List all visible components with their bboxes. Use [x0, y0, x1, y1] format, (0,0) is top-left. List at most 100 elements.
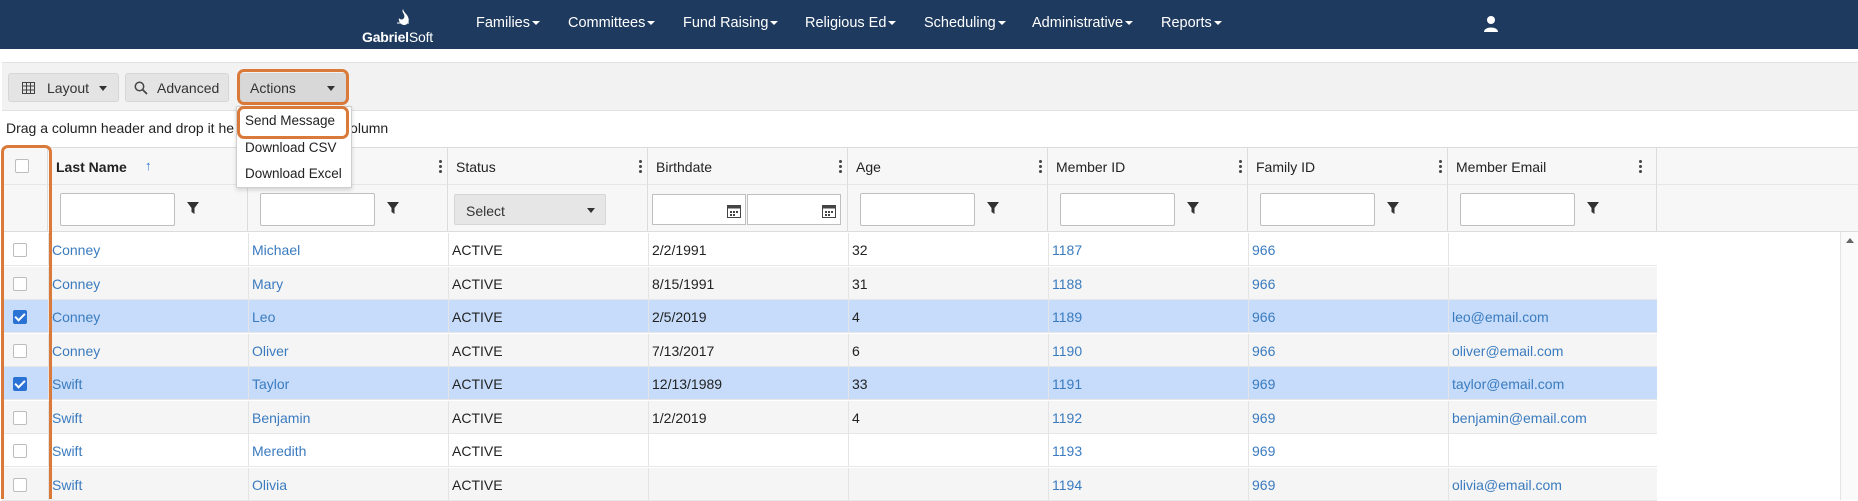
column-header-member-id[interactable]: Member ID — [1048, 148, 1248, 185]
member-id-cell[interactable]: 1194 — [1052, 477, 1082, 493]
table-row[interactable]: Conney Mary ACTIVE 8/15/1991 31 1188 966 — [2, 266, 1657, 300]
table-row[interactable]: Swift Benjamin ACTIVE 1/2/2019 4 1192 969 benja… — [2, 400, 1657, 434]
nav-religious-ed[interactable]: Religious Ed — [805, 15, 897, 31]
table-row[interactable]: Conney Oliver ACTIVE 7/13/2017 6 1190 966 olive… — [2, 333, 1657, 367]
column-menu-icon[interactable] — [1039, 160, 1043, 174]
last-name-cell[interactable]: Conney — [52, 276, 100, 292]
column-menu-icon[interactable] — [439, 160, 443, 174]
member-id-cell[interactable]: 1190 — [1052, 343, 1082, 359]
first-name-cell[interactable]: Leo — [252, 309, 275, 325]
last-name-filter-input[interactable] — [60, 193, 175, 226]
family-id-cell[interactable]: 969 — [1252, 376, 1275, 392]
age-filter-input[interactable] — [860, 193, 975, 226]
family-id-cell[interactable]: 966 — [1252, 242, 1275, 258]
first-name-filter-input[interactable] — [260, 193, 375, 226]
filter-icon[interactable] — [986, 201, 1000, 215]
column-menu-icon[interactable] — [639, 160, 643, 174]
birthdate-from-input[interactable] — [652, 194, 746, 225]
select-all-checkbox[interactable] — [15, 159, 29, 173]
last-name-cell[interactable]: Swift — [52, 443, 82, 459]
layout-button[interactable]: Layout — [8, 73, 119, 102]
table-row[interactable]: Swift Meredith ACTIVE 1193 969 — [2, 434, 1657, 467]
row-select-checkbox[interactable] — [13, 410, 27, 425]
row-select-checkbox[interactable] — [13, 377, 27, 391]
advanced-button[interactable]: Advanced — [125, 73, 229, 102]
member-email-cell[interactable]: leo@email.com — [1452, 309, 1549, 325]
column-header-family-id[interactable]: Family ID — [1248, 148, 1448, 185]
first-name-cell[interactable]: Meredith — [252, 443, 306, 459]
column-header-member-email[interactable]: Member Email — [1448, 148, 1657, 185]
table-row[interactable]: Swift Taylor ACTIVE 12/13/1989 33 1191 969 tayl… — [2, 367, 1657, 400]
member-email-cell[interactable]: oliver@email.com — [1452, 343, 1563, 359]
last-name-cell[interactable]: Conney — [52, 309, 100, 325]
member-id-cell[interactable]: 1191 — [1052, 376, 1082, 392]
nav-reports[interactable]: Reports — [1161, 15, 1222, 31]
family-id-cell[interactable]: 969 — [1252, 477, 1275, 493]
column-menu-icon[interactable] — [1439, 160, 1443, 174]
status-filter-select[interactable]: Select — [454, 194, 606, 225]
last-name-cell[interactable]: Swift — [52, 477, 82, 493]
member-id-cell[interactable]: 1192 — [1052, 410, 1082, 426]
member-email-cell[interactable]: taylor@email.com — [1452, 376, 1564, 392]
column-header-status[interactable]: Status — [448, 148, 648, 185]
filter-icon[interactable] — [1586, 201, 1600, 215]
column-header-birthdate[interactable]: Birthdate — [648, 148, 848, 185]
family-id-cell[interactable]: 966 — [1252, 343, 1275, 359]
last-name-cell[interactable]: Conney — [52, 343, 100, 359]
member-email-cell[interactable]: olivia@email.com — [1452, 477, 1562, 493]
sort-ascending-icon[interactable]: ↑ — [145, 158, 152, 173]
row-select-checkbox[interactable] — [13, 310, 27, 324]
last-name-cell[interactable]: Conney — [52, 242, 100, 258]
birthdate-to-input[interactable] — [747, 194, 841, 225]
row-select-checkbox[interactable] — [13, 276, 27, 291]
row-select-checkbox[interactable] — [13, 343, 27, 358]
member-id-cell[interactable]: 1193 — [1052, 443, 1082, 459]
first-name-cell[interactable]: Olivia — [252, 477, 287, 493]
calendar-icon[interactable] — [821, 203, 837, 219]
menu-item-download-csv[interactable]: Download CSV — [245, 140, 337, 155]
table-row[interactable]: Swift Olivia ACTIVE 1194 969 olivia@email.com — [2, 467, 1657, 501]
last-name-cell[interactable]: Swift — [52, 410, 82, 426]
row-select-checkbox[interactable] — [13, 477, 27, 492]
member-email-filter-input[interactable] — [1460, 193, 1575, 226]
nav-committees[interactable]: Committees — [568, 15, 656, 31]
member-email-cell[interactable]: benjamin@email.com — [1452, 410, 1587, 426]
calendar-icon[interactable] — [726, 203, 742, 219]
filter-icon[interactable] — [1186, 201, 1200, 215]
nav-families[interactable]: Families — [476, 15, 540, 31]
first-name-cell[interactable]: Benjamin — [252, 410, 310, 426]
row-select-checkbox[interactable] — [13, 444, 27, 458]
nav-fund-raising[interactable]: Fund Raising — [683, 15, 779, 31]
family-id-cell[interactable]: 966 — [1252, 276, 1275, 292]
menu-item-download-excel[interactable]: Download Excel — [245, 166, 342, 181]
member-id-filter-input[interactable] — [1060, 193, 1175, 226]
filter-icon[interactable] — [186, 201, 200, 215]
nav-scheduling[interactable]: Scheduling — [924, 15, 1006, 31]
nav-administrative[interactable]: Administrative — [1032, 15, 1134, 31]
family-id-cell[interactable]: 969 — [1252, 410, 1275, 426]
column-menu-icon[interactable] — [1239, 160, 1243, 174]
vertical-scrollbar[interactable] — [1840, 232, 1858, 500]
actions-button[interactable]: Actions — [240, 73, 347, 102]
first-name-cell[interactable]: Oliver — [252, 343, 289, 359]
family-id-cell[interactable]: 966 — [1252, 309, 1275, 325]
scroll-up-arrow-icon[interactable] — [1846, 238, 1854, 243]
column-menu-icon[interactable] — [1639, 160, 1643, 174]
last-name-cell[interactable]: Swift — [52, 376, 82, 392]
first-name-cell[interactable]: Michael — [252, 242, 300, 258]
family-id-cell[interactable]: 969 — [1252, 443, 1275, 459]
member-id-cell[interactable]: 1188 — [1052, 276, 1082, 292]
menu-item-send-message[interactable]: Send Message — [245, 113, 335, 128]
family-id-filter-input[interactable] — [1260, 193, 1375, 226]
row-select-checkbox[interactable] — [13, 243, 27, 257]
column-header-last-name[interactable]: Last Name ↑ — [48, 148, 248, 185]
filter-icon[interactable] — [1386, 201, 1400, 215]
table-row[interactable]: Conney Michael ACTIVE 2/2/1991 32 1187 966 — [2, 233, 1657, 266]
filter-icon[interactable] — [386, 201, 400, 215]
table-row[interactable]: Conney Leo ACTIVE 2/5/2019 4 1189 966 leo@email… — [2, 300, 1657, 333]
column-menu-icon[interactable] — [839, 160, 843, 174]
first-name-cell[interactable]: Mary — [252, 276, 283, 292]
gabrielsoft-logo[interactable]: GabrielSoft — [362, 8, 444, 45]
member-id-cell[interactable]: 1189 — [1052, 309, 1082, 325]
column-header-age[interactable]: Age — [848, 148, 1048, 185]
